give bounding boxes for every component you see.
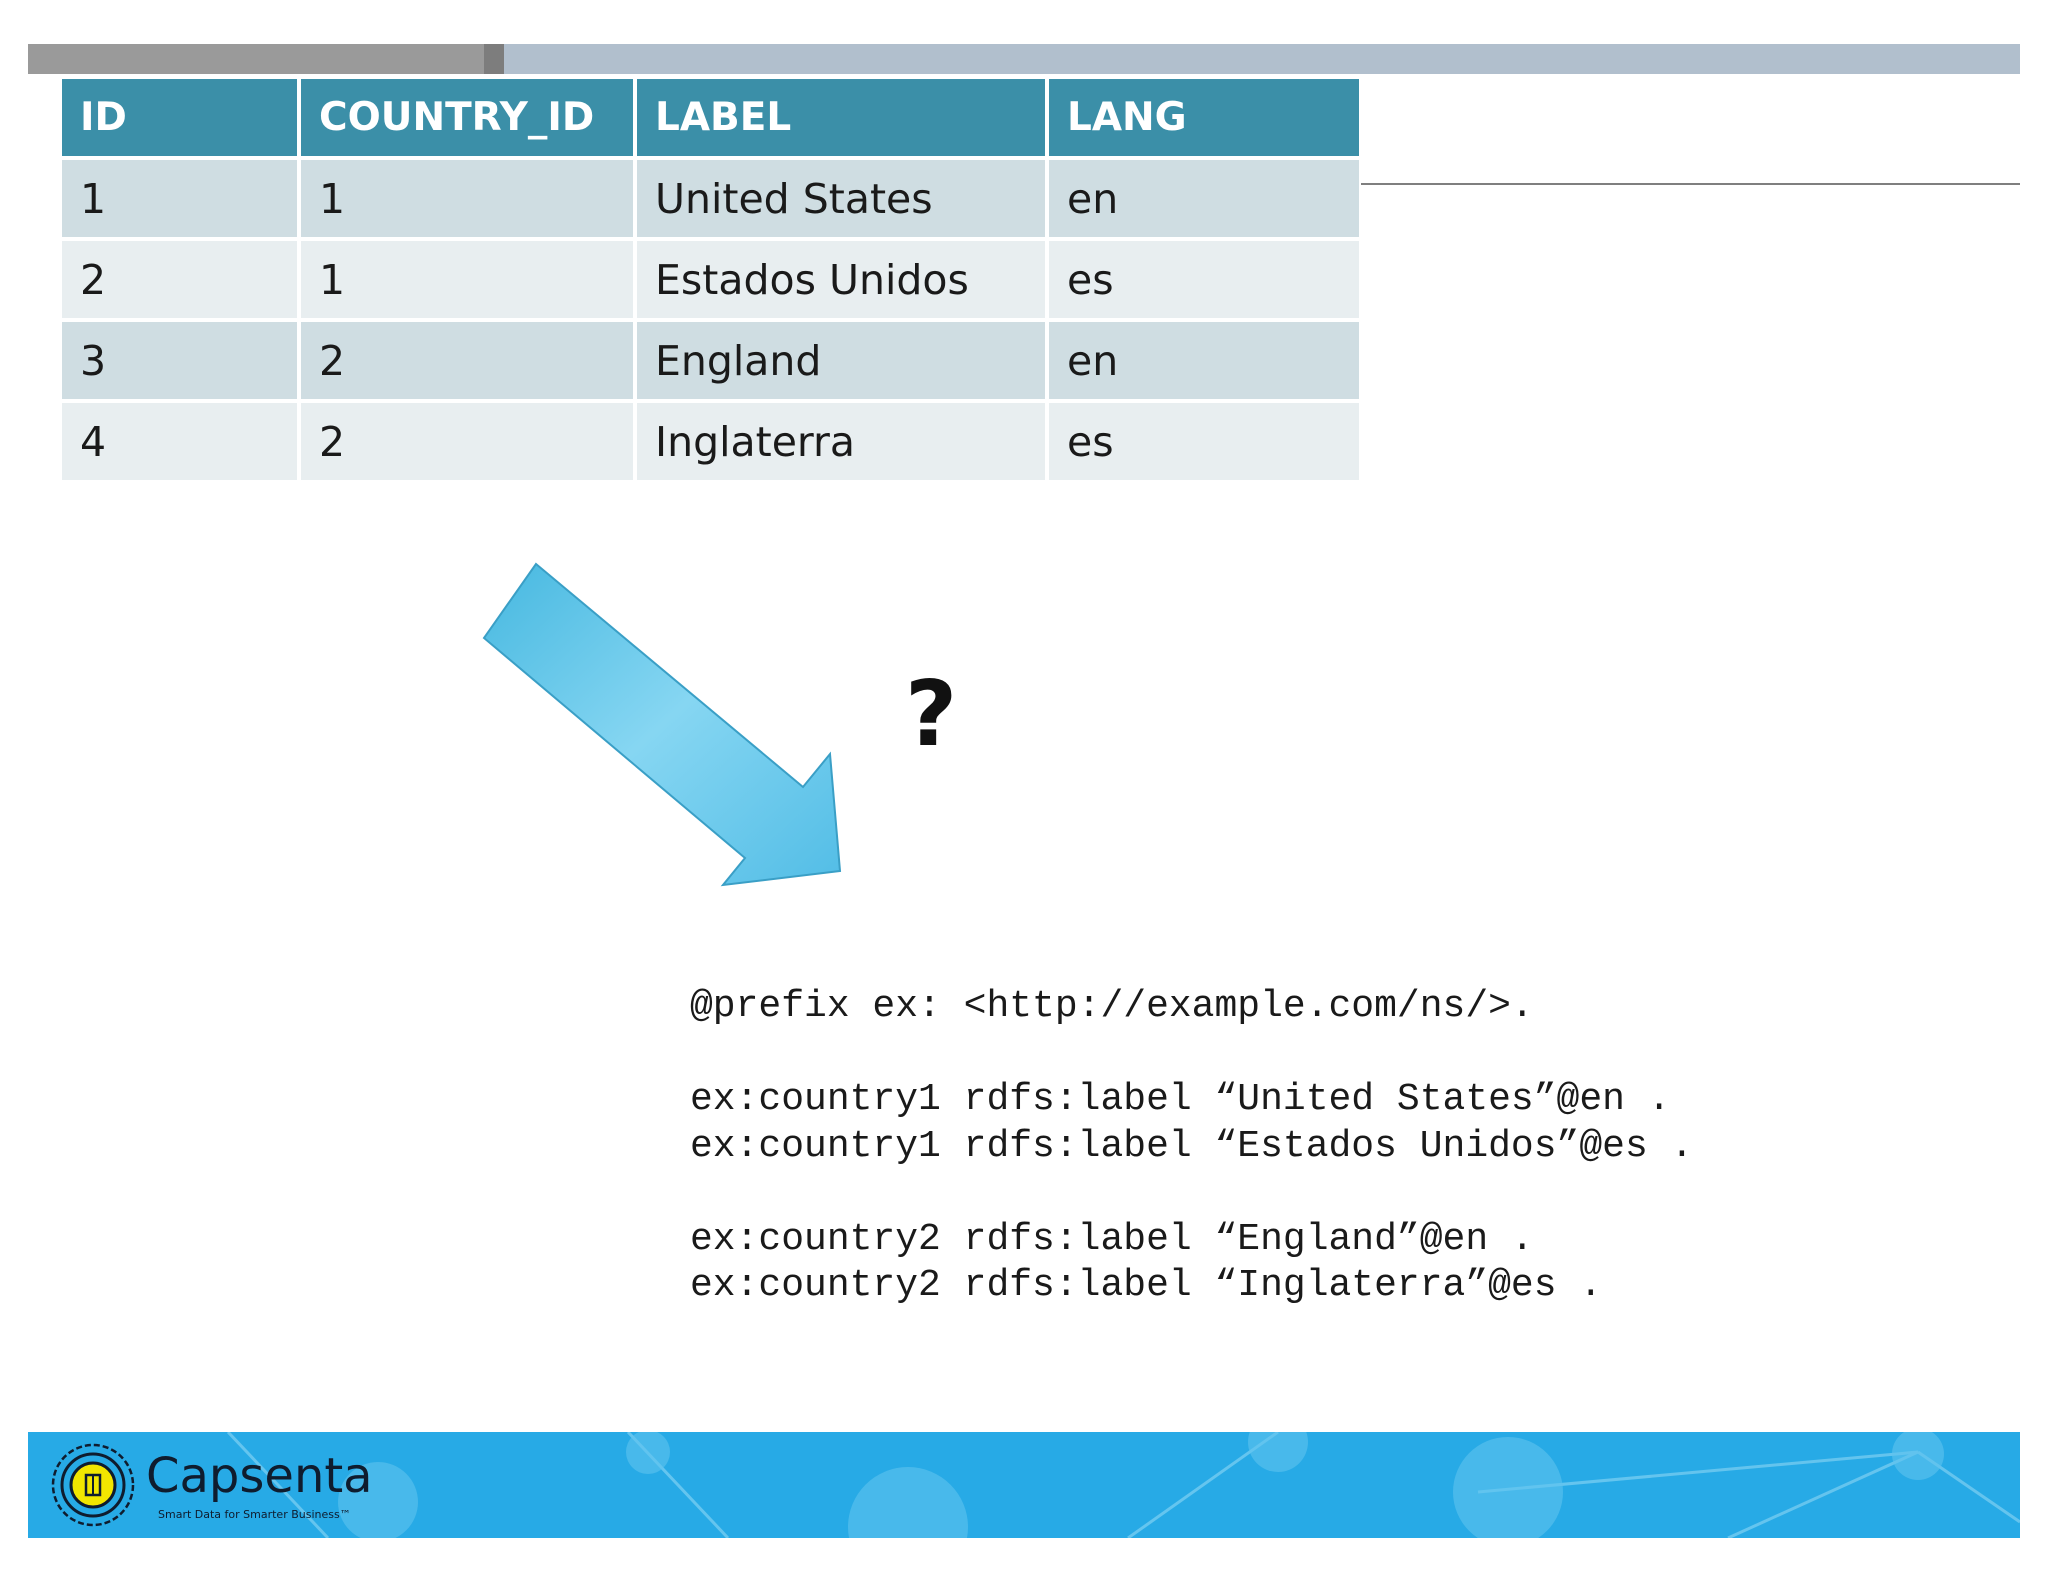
capsenta-logo-icon <box>51 1443 135 1527</box>
cell-label: United States <box>637 160 1045 237</box>
cell-id: 4 <box>62 403 297 480</box>
arrow-down-right-icon <box>482 562 842 887</box>
table-row: 4 2 Inglaterra es <box>62 403 1359 480</box>
top-bar-notch <box>484 44 504 74</box>
question-mark: ? <box>905 662 958 767</box>
turtle-code-block: @prefix ex: <http://example.com/ns/>. ex:… <box>690 984 1693 1310</box>
cell-country-id: 2 <box>301 403 633 480</box>
top-bar-light <box>504 44 2020 74</box>
cell-country-id: 1 <box>301 160 633 237</box>
cell-id: 2 <box>62 241 297 318</box>
cell-id: 3 <box>62 322 297 399</box>
cell-label: Inglaterra <box>637 403 1045 480</box>
cell-id: 1 <box>62 160 297 237</box>
cell-label: England <box>637 322 1045 399</box>
footer-banner: Capsenta Smart Data for Smarter Business… <box>28 1432 2020 1538</box>
table-header-row: ID COUNTRY_ID LABEL LANG <box>62 79 1359 156</box>
cell-label: Estados Unidos <box>637 241 1045 318</box>
column-header-id: ID <box>62 79 297 156</box>
cell-lang: es <box>1049 241 1359 318</box>
country-label-table: ID COUNTRY_ID LABEL LANG 1 1 United Stat… <box>58 75 1363 484</box>
cell-country-id: 2 <box>301 322 633 399</box>
column-header-lang: LANG <box>1049 79 1359 156</box>
column-header-label: LABEL <box>637 79 1045 156</box>
top-bar-dark <box>28 44 484 74</box>
divider-line <box>1361 183 2020 185</box>
table-row: 3 2 England en <box>62 322 1359 399</box>
cell-country-id: 1 <box>301 241 633 318</box>
column-header-country-id: COUNTRY_ID <box>301 79 633 156</box>
cell-lang: en <box>1049 322 1359 399</box>
code-line: ex:country2 rdfs:label “England”@en . <box>690 1217 1534 1261</box>
table-row: 1 1 United States en <box>62 160 1359 237</box>
table-row: 2 1 Estados Unidos es <box>62 241 1359 318</box>
brand-name: Capsenta <box>146 1448 373 1504</box>
code-line: ex:country1 rdfs:label “Estados Unidos”@… <box>690 1124 1694 1168</box>
code-line: ex:country2 rdfs:label “Inglaterra”@es . <box>690 1264 1603 1307</box>
code-prefix-line: @prefix ex: <http://example.com/ns/>. <box>690 985 1534 1028</box>
cell-lang: es <box>1049 403 1359 480</box>
brand-tagline: Smart Data for Smarter Business™ <box>158 1508 351 1521</box>
cell-lang: en <box>1049 160 1359 237</box>
code-line: ex:country1 rdfs:label “United States”@e… <box>690 1078 1671 1121</box>
